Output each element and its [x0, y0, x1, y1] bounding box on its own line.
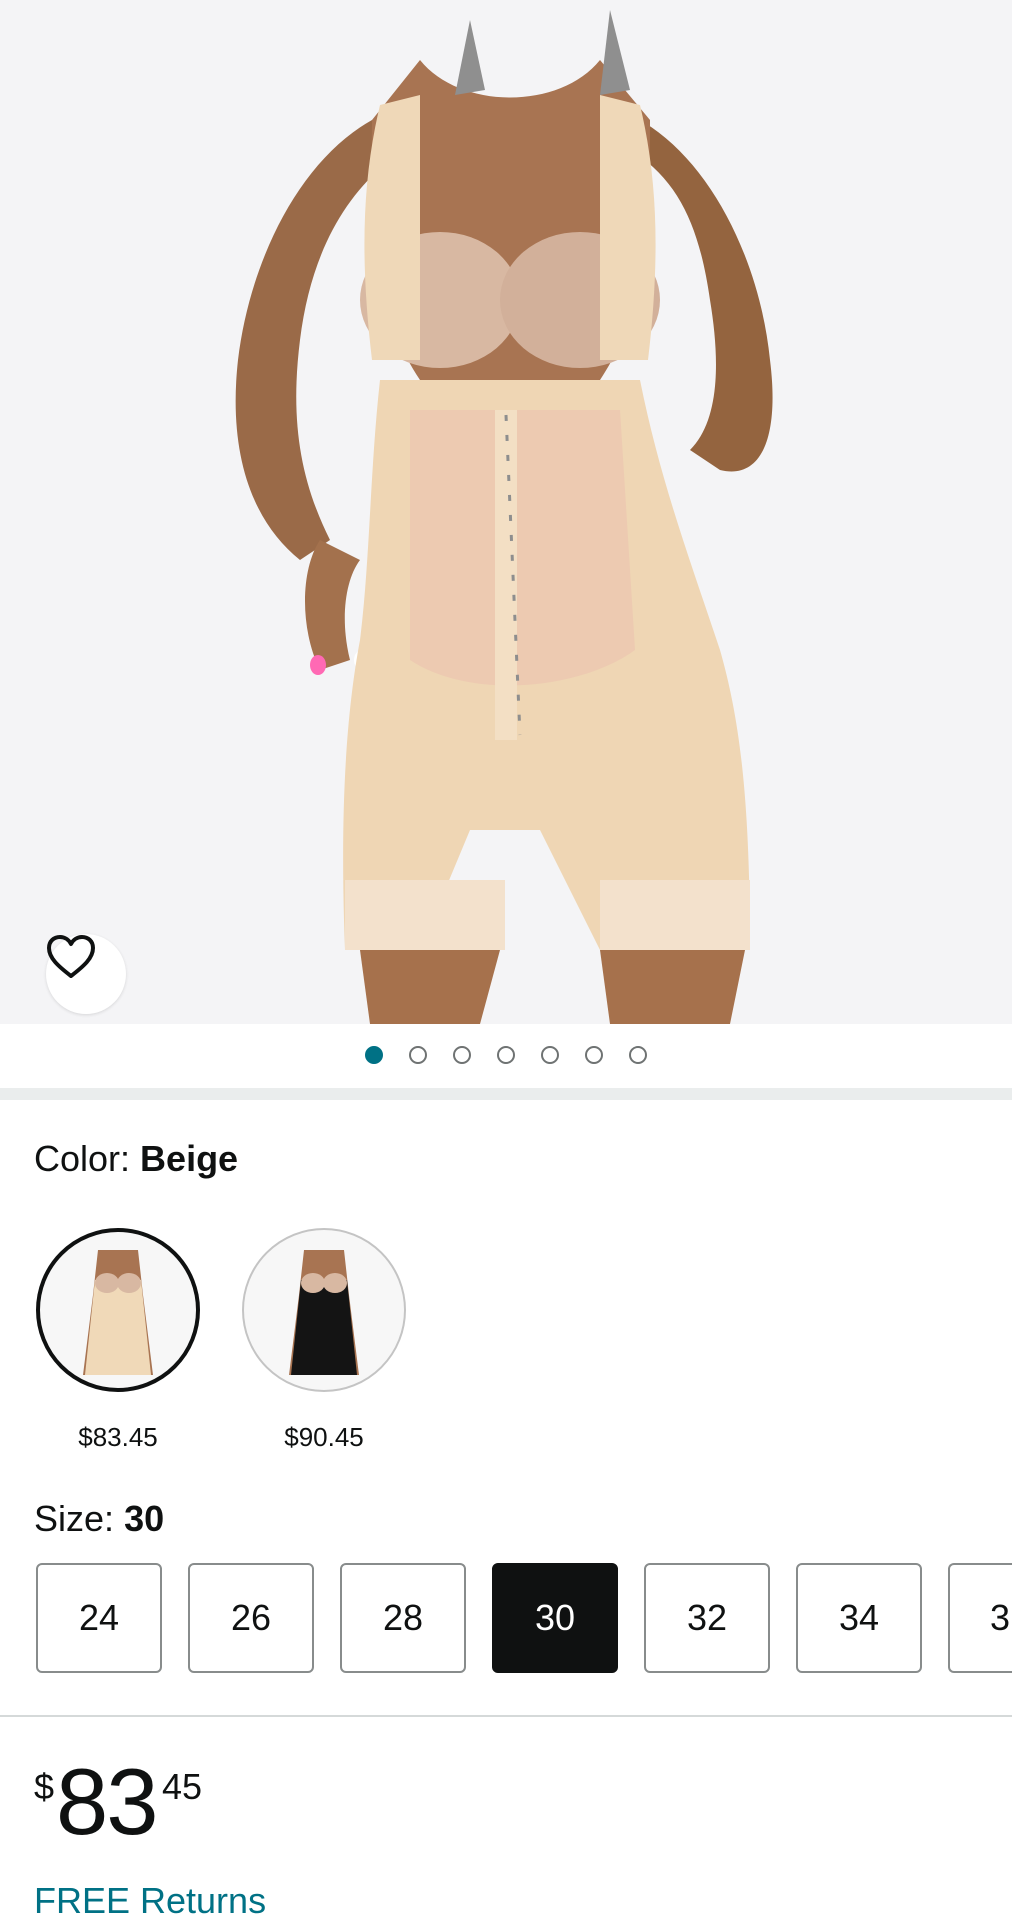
- size-option-32[interactable]: 32: [644, 1563, 770, 1673]
- color-swatch-black[interactable]: [242, 1228, 406, 1392]
- carousel-dot-7[interactable]: [629, 1046, 647, 1064]
- color-label-text: Color:: [34, 1138, 131, 1179]
- carousel-dot-3[interactable]: [453, 1046, 471, 1064]
- section-divider: [0, 1088, 1012, 1100]
- carousel-dot-4[interactable]: [497, 1046, 515, 1064]
- size-option-26[interactable]: 26: [188, 1563, 314, 1673]
- image-carousel-indicator: [0, 1024, 1012, 1086]
- color-swatch-beige[interactable]: [36, 1228, 200, 1392]
- size-option-28[interactable]: 28: [340, 1563, 466, 1673]
- carousel-dot-1[interactable]: [365, 1046, 383, 1064]
- favorite-button[interactable]: [46, 934, 126, 1014]
- price-divider: [0, 1715, 1012, 1717]
- selected-size: 30: [124, 1498, 165, 1539]
- size-option-partial[interactable]: 3: [948, 1563, 1012, 1673]
- price-currency: $: [34, 1766, 55, 1807]
- color-price-black: $90.45: [284, 1422, 364, 1452]
- product-photo: [235, 10, 773, 1024]
- size-label-text: Size:: [34, 1498, 115, 1539]
- free-returns-link[interactable]: FREE Returns: [34, 1880, 266, 1922]
- price-whole: 83: [56, 1749, 159, 1854]
- size-option-24[interactable]: 24: [36, 1563, 162, 1673]
- product-image[interactable]: [0, 0, 1012, 1024]
- size-option-30[interactable]: 30: [492, 1563, 618, 1673]
- size-option-34[interactable]: 34: [796, 1563, 922, 1673]
- heart-icon: [47, 935, 95, 978]
- price-fraction: 45: [162, 1766, 203, 1807]
- swatch-image-beige: [83, 1250, 153, 1375]
- color-price-beige: $83.45: [78, 1422, 158, 1452]
- color-label: Color: Beige: [34, 1138, 238, 1180]
- carousel-dot-2[interactable]: [409, 1046, 427, 1064]
- size-label: Size: 30: [34, 1498, 164, 1540]
- carousel-dot-5[interactable]: [541, 1046, 559, 1064]
- swatch-image-black: [289, 1250, 359, 1375]
- selected-color: Beige: [140, 1138, 239, 1179]
- carousel-dot-6[interactable]: [585, 1046, 603, 1064]
